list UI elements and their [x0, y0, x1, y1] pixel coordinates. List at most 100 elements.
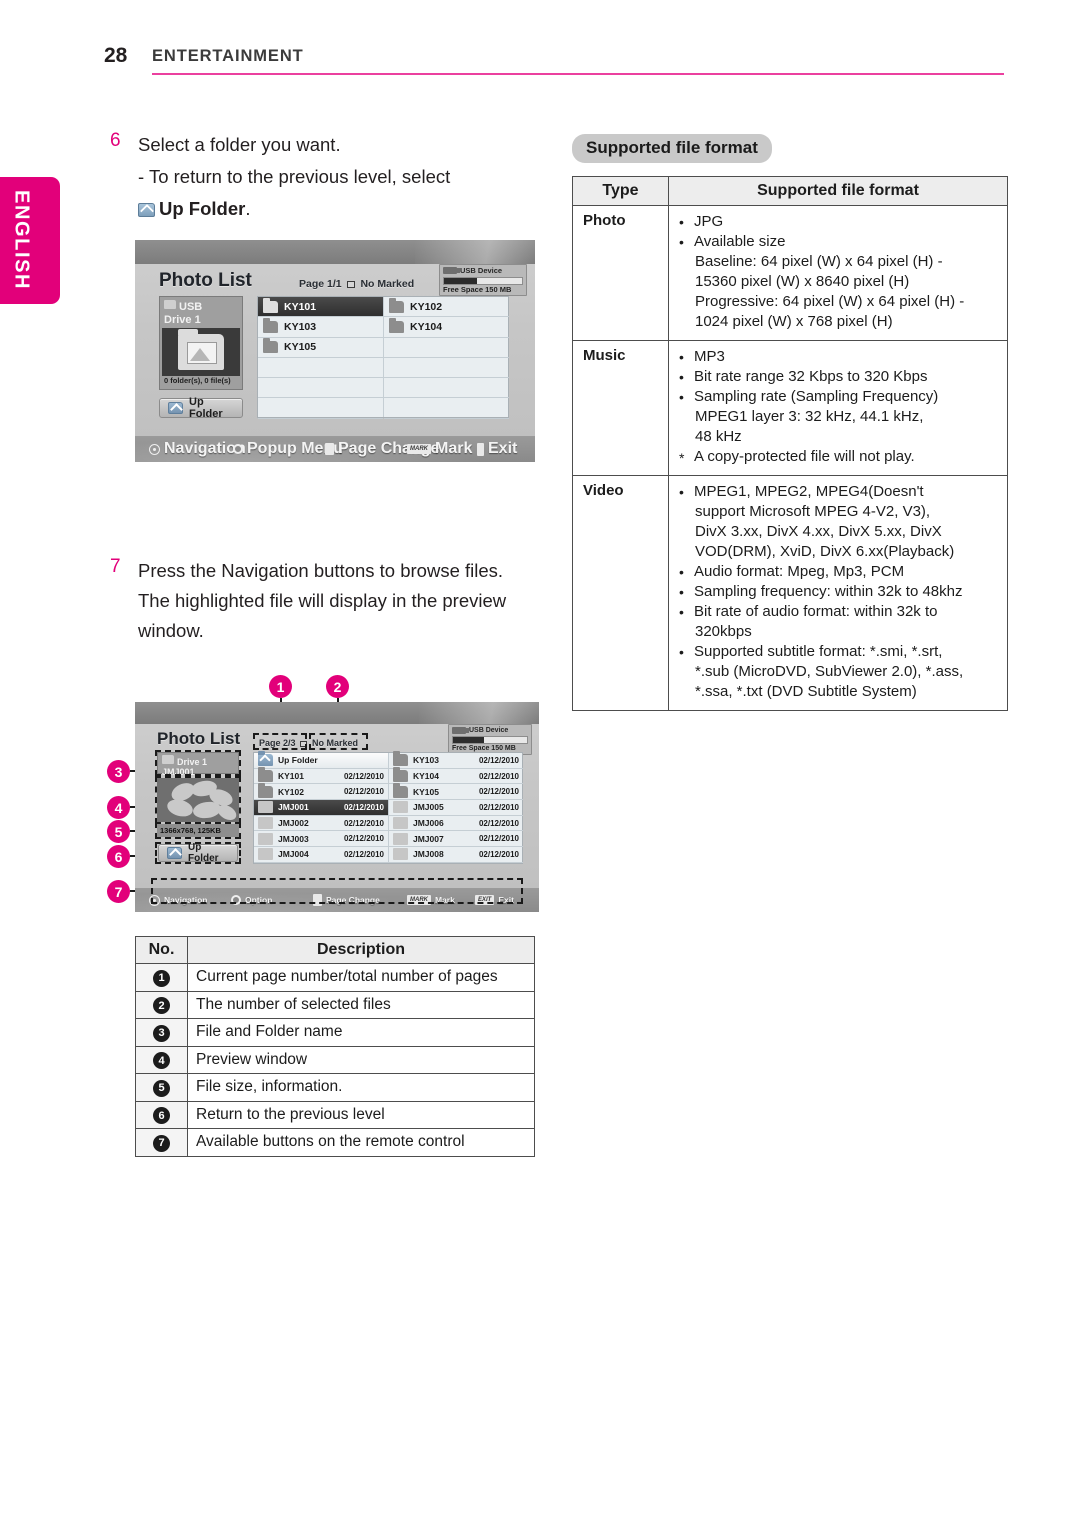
- footer-key-navigation-1[interactable]: Navigation: [149, 440, 246, 458]
- file-name: KY105: [284, 341, 317, 354]
- usb-device-label-2: USB Device: [452, 727, 528, 734]
- file-date: 02/12/2010: [478, 834, 519, 844]
- format-list-item: Bit rate of audio format: within 32k to3…: [677, 602, 999, 642]
- file-name: KY101: [284, 300, 317, 313]
- file-name: KY103: [284, 320, 317, 333]
- step-7-number: 7: [110, 556, 121, 577]
- file-name: JMJ004: [278, 849, 309, 860]
- tv-top-bar-2: [135, 702, 539, 724]
- page-number: 28: [104, 44, 128, 67]
- format-list-item: MPEG1, MPEG2, MPEG4(Doesn'tsupport Micro…: [677, 482, 999, 562]
- description-row-number: 7: [135, 1128, 188, 1157]
- file-name: JMJ002: [278, 818, 309, 829]
- file-date: 02/12/2010: [478, 818, 519, 828]
- file-name: JMJ001: [278, 802, 309, 813]
- file-name: JMJ003: [278, 833, 309, 844]
- file-list-row: [258, 358, 383, 379]
- description-row-number: 2: [135, 990, 188, 1019]
- step-7: 7 Press the Navigation buttons to browse…: [104, 556, 564, 646]
- folder-icon: [393, 767, 408, 783]
- file-list-1[interactable]: KY101 KY103 KY105 KY102 KY104: [257, 296, 509, 419]
- file-list-row: [384, 358, 509, 379]
- file-list-row[interactable]: KY105 02/12/2010: [389, 782, 523, 801]
- table-row: 5 File size, information.: [135, 1073, 535, 1102]
- description-row-text: Current page number/total number of page…: [187, 963, 535, 992]
- format-list-item: Sampling rate (Sampling Frequency)MPEG1 …: [677, 387, 999, 447]
- file-name: KY102: [278, 786, 304, 797]
- file-list-row: [384, 398, 509, 419]
- page-change-icon-1: [325, 443, 334, 455]
- up-folder-button-1[interactable]: Up Folder: [159, 396, 243, 420]
- table-row: 3 File and Folder name: [135, 1018, 535, 1047]
- annotation-box-marked: [309, 733, 368, 750]
- callout-6: 6: [107, 845, 130, 868]
- format-list-item: Audio format: Mpeg, Mp3, PCM: [677, 562, 999, 582]
- annotation-box-upfolder: [155, 842, 241, 864]
- step-6-line-3: Up Folder.: [138, 194, 544, 224]
- usb-status-badge-1: USB Device Free Space 150 MB: [439, 264, 527, 296]
- description-col-no: No.: [135, 936, 188, 964]
- format-table-row: VideoMPEG1, MPEG2, MPEG4(Doesn'tsupport …: [572, 475, 1008, 711]
- page-indicator-1: Page 1/1 No Marked: [299, 278, 414, 290]
- exit-icon-1: [477, 442, 484, 456]
- file-list-row[interactable]: JMJ006 02/12/2010: [389, 816, 523, 832]
- file-list-row: [258, 398, 383, 419]
- popup-menu-icon-1: [233, 444, 243, 454]
- file-list-row[interactable]: KY103: [258, 317, 383, 338]
- file-name: KY104: [410, 320, 443, 333]
- folder-icon: [263, 338, 278, 354]
- up-folder-icon-1: [168, 402, 183, 414]
- drive-panel-1[interactable]: USB Drive 1 0 folder(s), 0 file(s): [159, 296, 243, 390]
- usb-status-badge-2: USB Device Free Space 150 MB: [448, 724, 532, 755]
- format-col-type: Type: [572, 176, 669, 206]
- format-type-cell: Music: [572, 340, 669, 476]
- file-list-row[interactable]: KY101: [258, 297, 383, 318]
- folder-icon: [258, 767, 273, 783]
- folder-icon: [258, 782, 273, 798]
- file-list-row: [258, 378, 383, 399]
- file-list-row[interactable]: Up Folder: [254, 751, 388, 769]
- file-list-row[interactable]: JMJ007 02/12/2010: [389, 831, 523, 848]
- file-list-row[interactable]: KY102 02/12/2010: [254, 782, 388, 801]
- file-name: JMJ005: [413, 802, 444, 813]
- callout-marker: 5: [153, 1079, 170, 1097]
- language-tab-label: ENGLISH: [10, 190, 33, 291]
- file-list-row[interactable]: JMJ008 02/12/2010: [389, 847, 523, 863]
- file-list-row[interactable]: KY104 02/12/2010: [389, 767, 523, 785]
- annotation-box-drive: [155, 750, 241, 776]
- format-list-continuation: 1024 pixel (W) x 768 pixel (H): [695, 313, 893, 330]
- file-list-row[interactable]: KY101 02/12/2010: [254, 767, 388, 785]
- folder-photo-icon-1: [178, 329, 224, 371]
- file-name: KY105: [413, 786, 439, 797]
- file-list-row[interactable]: JMJ001 02/12/2010: [254, 800, 388, 816]
- format-list-item: MP3: [677, 347, 999, 367]
- file-list-row[interactable]: KY103 02/12/2010: [389, 751, 523, 769]
- format-table-row: MusicMP3Bit rate range 32 Kbps to 320 Kb…: [572, 340, 1008, 476]
- supported-file-format-pill: Supported file format: [572, 134, 772, 163]
- callout-marker: 1: [153, 969, 170, 987]
- footer-key-exit-1[interactable]: Exit: [477, 440, 517, 458]
- file-list-2[interactable]: Up Folder KY101 02/12/2010 KY102 02/12/2010 J…: [253, 751, 523, 864]
- footer-key-mark-1[interactable]: MARK Mark: [407, 440, 472, 458]
- file-list-row[interactable]: JMJ004 02/12/2010: [254, 847, 388, 863]
- annotation-box-fileinfo: [155, 822, 241, 839]
- file-list-row[interactable]: KY104: [384, 317, 509, 338]
- file-list-row[interactable]: JMJ002 02/12/2010: [254, 816, 388, 832]
- file-list-row: [384, 338, 509, 358]
- folder-icon: [393, 751, 408, 767]
- file-list-row[interactable]: KY102: [384, 297, 509, 318]
- description-row-text: Preview window: [187, 1045, 535, 1074]
- file-list-row: [384, 378, 509, 399]
- file-list-row[interactable]: JMJ005 02/12/2010: [389, 800, 523, 816]
- folder-icon: [389, 317, 404, 333]
- file-date: 02/12/2010: [343, 787, 384, 797]
- file-date: 02/12/2010: [343, 834, 384, 844]
- callout-2: 2: [326, 675, 349, 698]
- file-list-row[interactable]: KY105: [258, 338, 383, 358]
- callout-marker: 7: [153, 1134, 170, 1152]
- usb-space-bar-1: [443, 276, 523, 285]
- file-date: 02/12/2010: [343, 771, 384, 781]
- file-list-row[interactable]: JMJ003 02/12/2010: [254, 831, 388, 848]
- format-list-continuation: Baseline: 64 pixel (W) x 64 pixel (H) -: [695, 253, 943, 270]
- step-6: 6 Select a folder you want. - To return …: [104, 130, 544, 224]
